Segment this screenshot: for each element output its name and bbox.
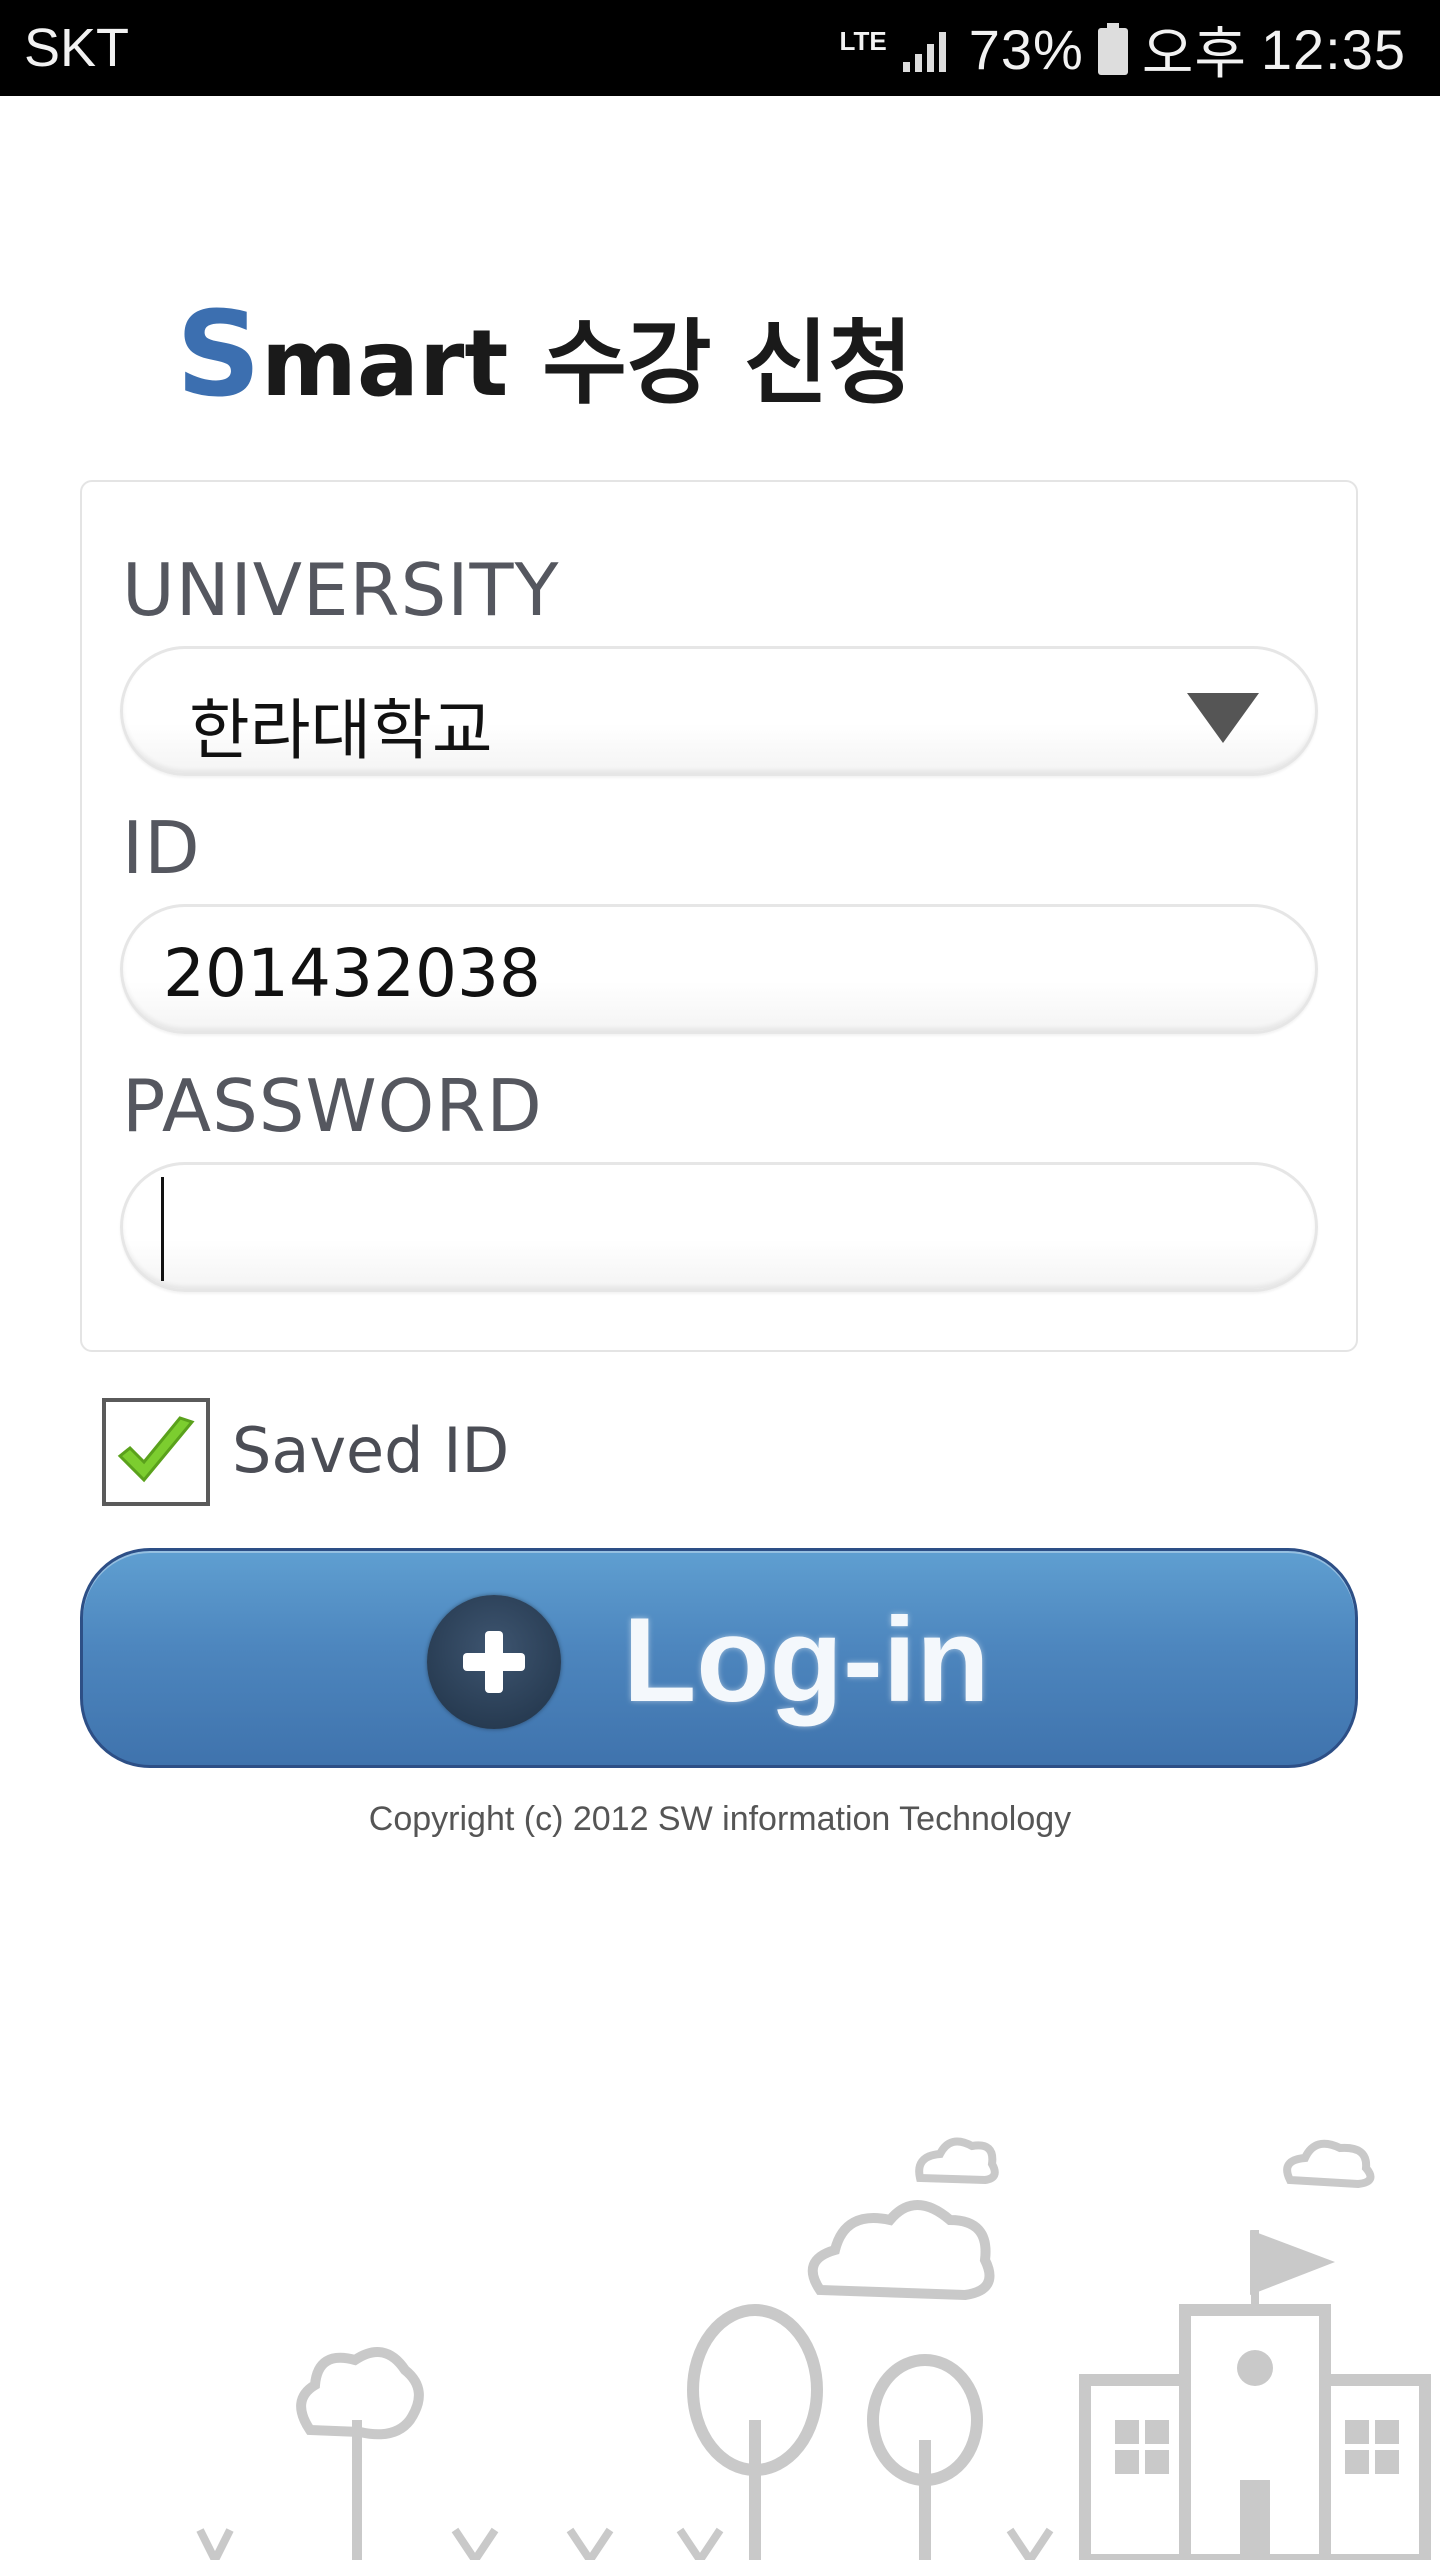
dropdown-arrow-icon bbox=[1187, 693, 1259, 743]
copyright-text: Copyright (c) 2012 SW information Techno… bbox=[368, 1800, 1072, 1838]
battery-percent: 73% bbox=[968, 17, 1084, 81]
logo-s-letter: S bbox=[176, 285, 261, 423]
checkmark-icon bbox=[117, 1416, 195, 1483]
logo-korean-text: 수강 신청 bbox=[542, 310, 913, 417]
tall-tree-icon bbox=[687, 2304, 823, 2560]
login-screen: SKT LTE 73% 오후 12:35 S mart 수강 신청 UNIVER… bbox=[0, 0, 1440, 2560]
id-label: ID bbox=[122, 806, 201, 890]
id-input[interactable]: 201432038 bbox=[120, 904, 1318, 1034]
password-label: PASSWORD bbox=[122, 1064, 543, 1148]
login-button-label: Log-in bbox=[623, 1593, 990, 1727]
saved-id-label[interactable]: Saved ID bbox=[232, 1414, 509, 1487]
login-button[interactable]: Log-in bbox=[80, 1548, 1358, 1768]
university-selected-value: 한라대학교 bbox=[189, 692, 493, 769]
tree-icon bbox=[296, 2347, 424, 2560]
university-label: UNIVERSITY bbox=[122, 548, 560, 632]
clock: 12:35 bbox=[1260, 17, 1406, 81]
text-cursor bbox=[161, 1177, 164, 1281]
status-icons: LTE 73% 오후 12:35 bbox=[839, 14, 1406, 85]
cloud-icon bbox=[807, 2200, 995, 2301]
password-input[interactable] bbox=[120, 1162, 1318, 1292]
lte-icon: LTE bbox=[839, 26, 887, 56]
saved-id-checkbox[interactable] bbox=[102, 1398, 210, 1506]
id-input-value: 201432038 bbox=[163, 935, 541, 1012]
ampm-label: 오후 bbox=[1141, 21, 1247, 85]
round-tree-icon bbox=[867, 2354, 983, 2560]
app-logo: S mart 수강 신청 bbox=[176, 285, 913, 423]
battery-icon bbox=[1097, 23, 1128, 75]
school-building-icon bbox=[1079, 2230, 1431, 2560]
small-cloud-icon bbox=[915, 2137, 999, 2185]
campus-illustration bbox=[196, 2137, 1431, 2560]
signal-icon bbox=[902, 32, 946, 72]
plus-icon bbox=[427, 1595, 561, 1729]
carrier-label: SKT bbox=[24, 18, 130, 78]
status-bar: SKT LTE 73% 오후 12:35 bbox=[0, 0, 1440, 96]
logo-mart-text: mart bbox=[261, 310, 509, 417]
university-select[interactable]: 한라대학교 bbox=[120, 646, 1318, 776]
right-cloud-icon bbox=[1283, 2139, 1375, 2189]
